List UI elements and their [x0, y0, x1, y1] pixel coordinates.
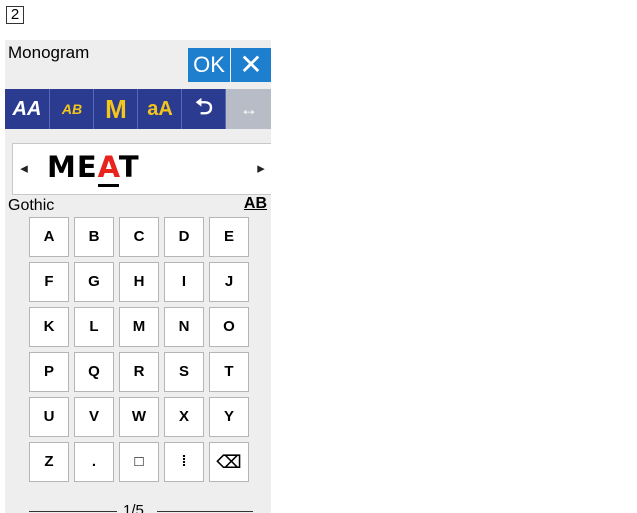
- key[interactable]: H: [119, 262, 159, 302]
- key[interactable]: T: [209, 352, 249, 392]
- title-bar: Monogram OK ✕: [5, 40, 271, 82]
- key[interactable]: K: [29, 307, 69, 347]
- text-size-icon: AB: [61, 101, 83, 117]
- text-after-cursor: T: [118, 150, 140, 184]
- page-indicator: 1/5: [29, 502, 253, 513]
- font-select-button[interactable]: AB: [244, 195, 267, 213]
- pager-divider-right: [157, 511, 253, 512]
- cursor-left-button[interactable]: ◂: [13, 144, 35, 194]
- key[interactable]: O: [209, 307, 249, 347]
- key[interactable]: I: [164, 262, 204, 302]
- key[interactable]: Z: [29, 442, 69, 482]
- window-title: Monogram: [8, 43, 90, 62]
- font-icon: AB: [243, 195, 267, 212]
- close-icon: ✕: [239, 49, 263, 80]
- key[interactable]: E: [209, 217, 249, 257]
- cursor-character: A: [97, 150, 119, 187]
- ok-button[interactable]: OK: [188, 48, 230, 82]
- monogram-text: MEAT: [47, 150, 140, 187]
- chevron-left-icon: ◂: [20, 160, 28, 177]
- key[interactable]: A: [29, 217, 69, 257]
- close-button[interactable]: ✕: [231, 48, 271, 82]
- key[interactable]: C: [119, 217, 159, 257]
- key[interactable]: L: [74, 307, 114, 347]
- pager-divider-left: [29, 511, 117, 512]
- key[interactable]: J: [209, 262, 249, 302]
- toolbar: AA AB M aA ⮌ ↔: [5, 89, 271, 129]
- text-size-button[interactable]: AB: [49, 89, 94, 129]
- mirror-icon: ⮌: [195, 94, 213, 119]
- key[interactable]: Y: [209, 397, 249, 437]
- monogram-panel: Monogram OK ✕ AA AB M aA ⮌ ↔ ◂ MEAT ▸ Go…: [5, 40, 271, 513]
- text-before-cursor: ME: [47, 150, 98, 184]
- key[interactable]: N: [164, 307, 204, 347]
- spacing-icon: ↔: [240, 98, 258, 119]
- font-style-icon: AA: [12, 97, 42, 120]
- key-period[interactable]: .: [74, 442, 114, 482]
- key[interactable]: W: [119, 397, 159, 437]
- key[interactable]: G: [74, 262, 114, 302]
- step-number: 2: [6, 6, 24, 24]
- font-name: Gothic: [8, 197, 55, 214]
- font-style-button[interactable]: AA: [5, 89, 49, 129]
- key[interactable]: F: [29, 262, 69, 302]
- key-space[interactable]: □: [119, 442, 159, 482]
- key-narrow-space[interactable]: ⁞: [164, 442, 204, 482]
- key[interactable]: X: [164, 397, 204, 437]
- key[interactable]: P: [29, 352, 69, 392]
- key[interactable]: V: [74, 397, 114, 437]
- key[interactable]: S: [164, 352, 204, 392]
- key[interactable]: R: [119, 352, 159, 392]
- spacing-button[interactable]: ↔: [225, 89, 271, 129]
- text-input-display[interactable]: ◂ MEAT ▸: [12, 143, 271, 195]
- key[interactable]: U: [29, 397, 69, 437]
- backspace-button[interactable]: ⌫: [209, 442, 249, 482]
- key[interactable]: Q: [74, 352, 114, 392]
- backspace-icon: ⌫: [216, 452, 242, 472]
- key[interactable]: M: [119, 307, 159, 347]
- key[interactable]: D: [164, 217, 204, 257]
- page-number: 1/5: [123, 502, 144, 513]
- key[interactable]: B: [74, 217, 114, 257]
- monogram-size-button[interactable]: M: [93, 89, 138, 129]
- mirror-button[interactable]: ⮌: [181, 89, 226, 129]
- letter-case-icon: aA: [147, 97, 173, 120]
- letter-case-button[interactable]: aA: [137, 89, 182, 129]
- chevron-right-icon: ▸: [257, 160, 265, 177]
- monogram-size-icon: M: [105, 93, 127, 124]
- cursor-right-button[interactable]: ▸: [250, 144, 271, 194]
